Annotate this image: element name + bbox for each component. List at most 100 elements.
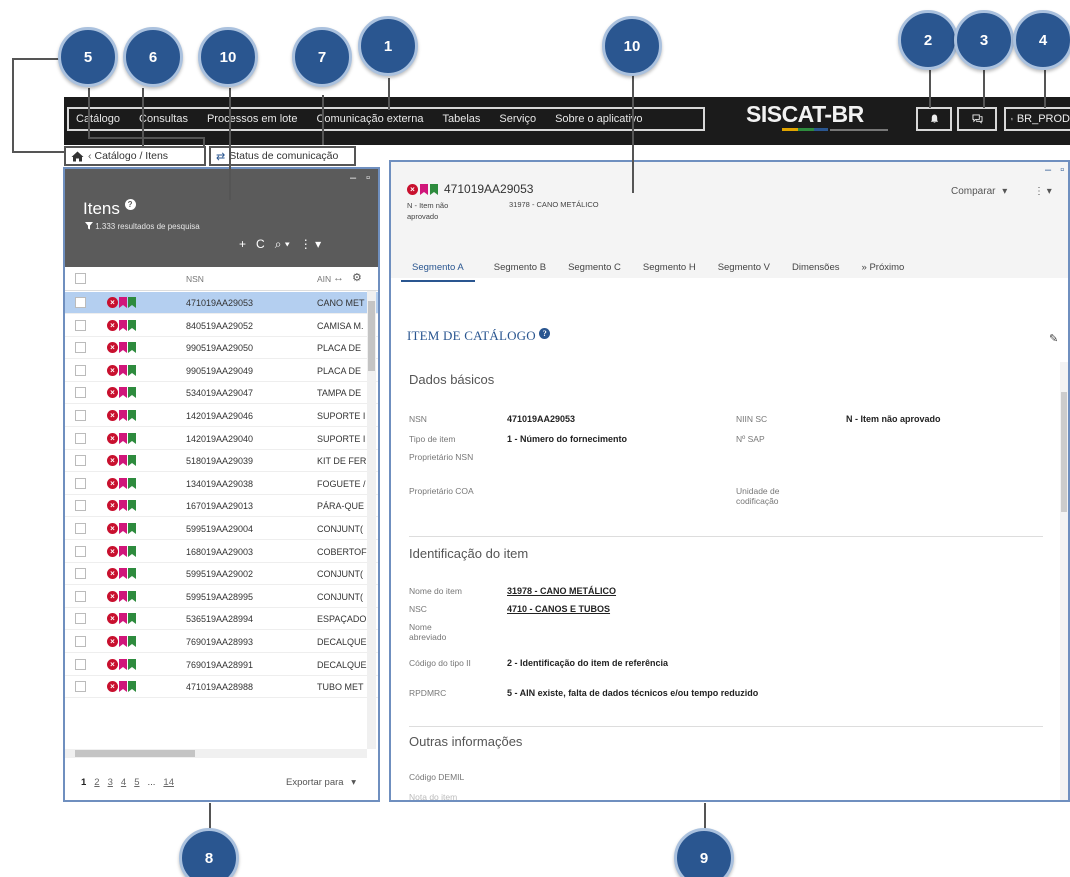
table-row[interactable]: × 990519AA29049 PLACA DE	[65, 360, 378, 382]
tab-segmento-a[interactable]: Segmento A	[401, 260, 475, 282]
refresh-icon[interactable]: C	[256, 237, 265, 252]
tab-dimensoes[interactable]: Dimensões	[781, 260, 851, 282]
maximize-icon[interactable]: ▫	[1060, 164, 1064, 176]
row-checkbox[interactable]	[75, 410, 86, 421]
chevron-left-icon[interactable]: ‹	[88, 150, 92, 162]
table-row[interactable]: × 769019AA28993 DECALQUE	[65, 631, 378, 653]
settings-gear-icon[interactable]: ⚙	[352, 271, 362, 284]
notifications-button[interactable]	[916, 107, 952, 131]
table-row[interactable]: × 534019AA29047 TAMPA DE	[65, 382, 378, 405]
table-row[interactable]: × 769019AA28991 DECALQUE	[65, 654, 378, 676]
tab-proximo[interactable]: » Próximo	[851, 260, 916, 282]
row-checkbox[interactable]	[75, 613, 86, 625]
bookmark-green-icon	[430, 183, 438, 195]
menu-tabelas[interactable]: Tabelas	[432, 113, 489, 125]
row-checkbox[interactable]	[75, 545, 86, 557]
bookmark-green-icon	[128, 364, 136, 376]
row-checkbox[interactable]	[75, 364, 86, 376]
bookmark-green-icon	[128, 477, 136, 489]
maximize-icon[interactable]: ▫	[366, 172, 370, 184]
row-checkbox[interactable]	[75, 297, 86, 308]
add-icon[interactable]: +	[239, 237, 246, 252]
page-current[interactable]: 1	[81, 777, 86, 788]
table-row[interactable]: × 471019AA28988 TUBO MET	[65, 676, 378, 699]
nome-item-link[interactable]: 31978 - CANO METÁLICO	[507, 586, 616, 596]
menu-consultas[interactable]: Consultas	[129, 113, 197, 125]
items-grid-header: NSN AIN ↔ ⚙	[65, 267, 378, 291]
row-checkbox[interactable]	[75, 387, 86, 399]
detail-vertical-scrollbar[interactable]	[1060, 362, 1068, 800]
more-options-icon[interactable]: ⋮ ▾	[300, 237, 321, 252]
help-icon[interactable]: ?	[124, 199, 136, 210]
page-link[interactable]: 5	[134, 777, 139, 788]
row-checkbox[interactable]	[75, 523, 86, 534]
column-header-nsn[interactable]: NSN	[186, 274, 204, 284]
niin-sc-value: N - Item não aprovado	[846, 414, 941, 424]
page-link[interactable]: 3	[108, 777, 113, 788]
table-row[interactable]: × 471019AA29053 CANO MET	[65, 292, 378, 314]
more-options-icon[interactable]: ⋮ ▾	[1034, 186, 1052, 197]
filter-icon[interactable]	[85, 222, 93, 230]
menu-servico[interactable]: Serviço	[489, 113, 545, 125]
column-resize-icon[interactable]: ↔	[333, 272, 344, 284]
menu-comunicacao-externa[interactable]: Comunicação externa	[306, 113, 432, 125]
bookmark-green-icon	[128, 455, 136, 467]
row-checkbox[interactable]	[75, 590, 86, 602]
tab-segmento-v[interactable]: Segmento V	[707, 260, 781, 282]
horizontal-scrollbar[interactable]	[65, 749, 367, 758]
row-ain: CONJUNT(	[317, 591, 363, 602]
nsc-link[interactable]: 4710 - CANOS E TUBOS	[507, 604, 610, 614]
help-icon[interactable]: ?	[539, 328, 551, 339]
menu-processos-em-lote[interactable]: Processos em lote	[197, 113, 306, 125]
page-link[interactable]: 2	[94, 777, 99, 788]
table-row[interactable]: × 536519AA28994 ESPAÇADO	[65, 608, 378, 631]
tab-segmento-h[interactable]: Segmento H	[632, 260, 707, 282]
minimize-icon[interactable]: –	[1045, 164, 1051, 176]
row-checkbox[interactable]	[75, 568, 86, 580]
vertical-scrollbar[interactable]	[367, 291, 376, 749]
home-icon[interactable]	[71, 151, 84, 162]
table-row[interactable]: × 134019AA29038 FOGUETE /	[65, 473, 378, 495]
table-row[interactable]: × 167019AA29013 PÁRA-QUE	[65, 495, 378, 518]
row-checkbox[interactable]	[75, 658, 86, 670]
row-checkbox[interactable]	[75, 432, 86, 444]
minimize-icon[interactable]: –	[350, 172, 356, 184]
page-link[interactable]: 4	[121, 777, 126, 788]
page-last[interactable]: 14	[163, 777, 174, 788]
select-all-checkbox[interactable]	[75, 273, 86, 284]
table-row[interactable]: × 599519AA29002 CONJUNT(	[65, 563, 378, 586]
table-row[interactable]: × 142019AA29040 SUPORTE I	[65, 428, 378, 450]
table-row[interactable]: × 168019AA29003 COBERTOF	[65, 541, 378, 563]
row-checkbox[interactable]	[75, 636, 86, 647]
edit-pencil-icon[interactable]: ✎	[1049, 332, 1058, 345]
column-header-ain[interactable]: AIN	[317, 274, 331, 284]
table-row[interactable]: × 599519AA28995 CONJUNT(	[65, 586, 378, 608]
row-checkbox[interactable]	[75, 455, 86, 467]
table-row[interactable]: × 599519AA29004 CONJUNT(	[65, 518, 378, 540]
menu-catalogo[interactable]: Catálogo	[69, 113, 129, 125]
breadcrumb-path[interactable]: Catálogo / Itens	[95, 150, 169, 162]
table-row[interactable]: × 840519AA29052 CAMISA M.	[65, 315, 378, 337]
messages-button[interactable]	[957, 107, 997, 131]
menu-sobre-o-aplicativo[interactable]: Sobre o aplicativo	[545, 113, 651, 125]
row-checkbox[interactable]	[75, 681, 86, 693]
row-status-icons: ×	[107, 613, 136, 625]
export-dropdown[interactable]: Exportar para ▾	[286, 777, 356, 788]
table-row[interactable]: × 990519AA29050 PLACA DE	[65, 337, 378, 360]
table-row[interactable]: × 518019AA29039 KIT DE FER	[65, 450, 378, 473]
row-ain: ESPAÇADO	[317, 614, 367, 625]
bookmark-magenta-icon	[119, 568, 127, 580]
tab-segmento-c[interactable]: Segmento C	[557, 260, 632, 282]
row-checkbox[interactable]	[75, 342, 86, 354]
search-icon[interactable]: ⌕ ▾	[275, 237, 290, 252]
row-checkbox[interactable]	[75, 500, 86, 512]
compare-dropdown[interactable]: Comparar ▾	[951, 186, 1007, 197]
row-checkbox[interactable]	[75, 319, 86, 331]
table-row[interactable]: × 142019AA29046 SUPORTE I	[65, 405, 378, 427]
row-ain: SUPORTE I	[317, 411, 366, 421]
row-status-icons: ×	[107, 297, 136, 308]
tab-segmento-b[interactable]: Segmento B	[483, 260, 557, 282]
status-de-comunicacao-link[interactable]: ⇄ Status de comunicação	[209, 146, 356, 166]
user-menu-button[interactable]: BR_PROD	[1004, 107, 1070, 131]
row-checkbox[interactable]	[75, 477, 86, 489]
